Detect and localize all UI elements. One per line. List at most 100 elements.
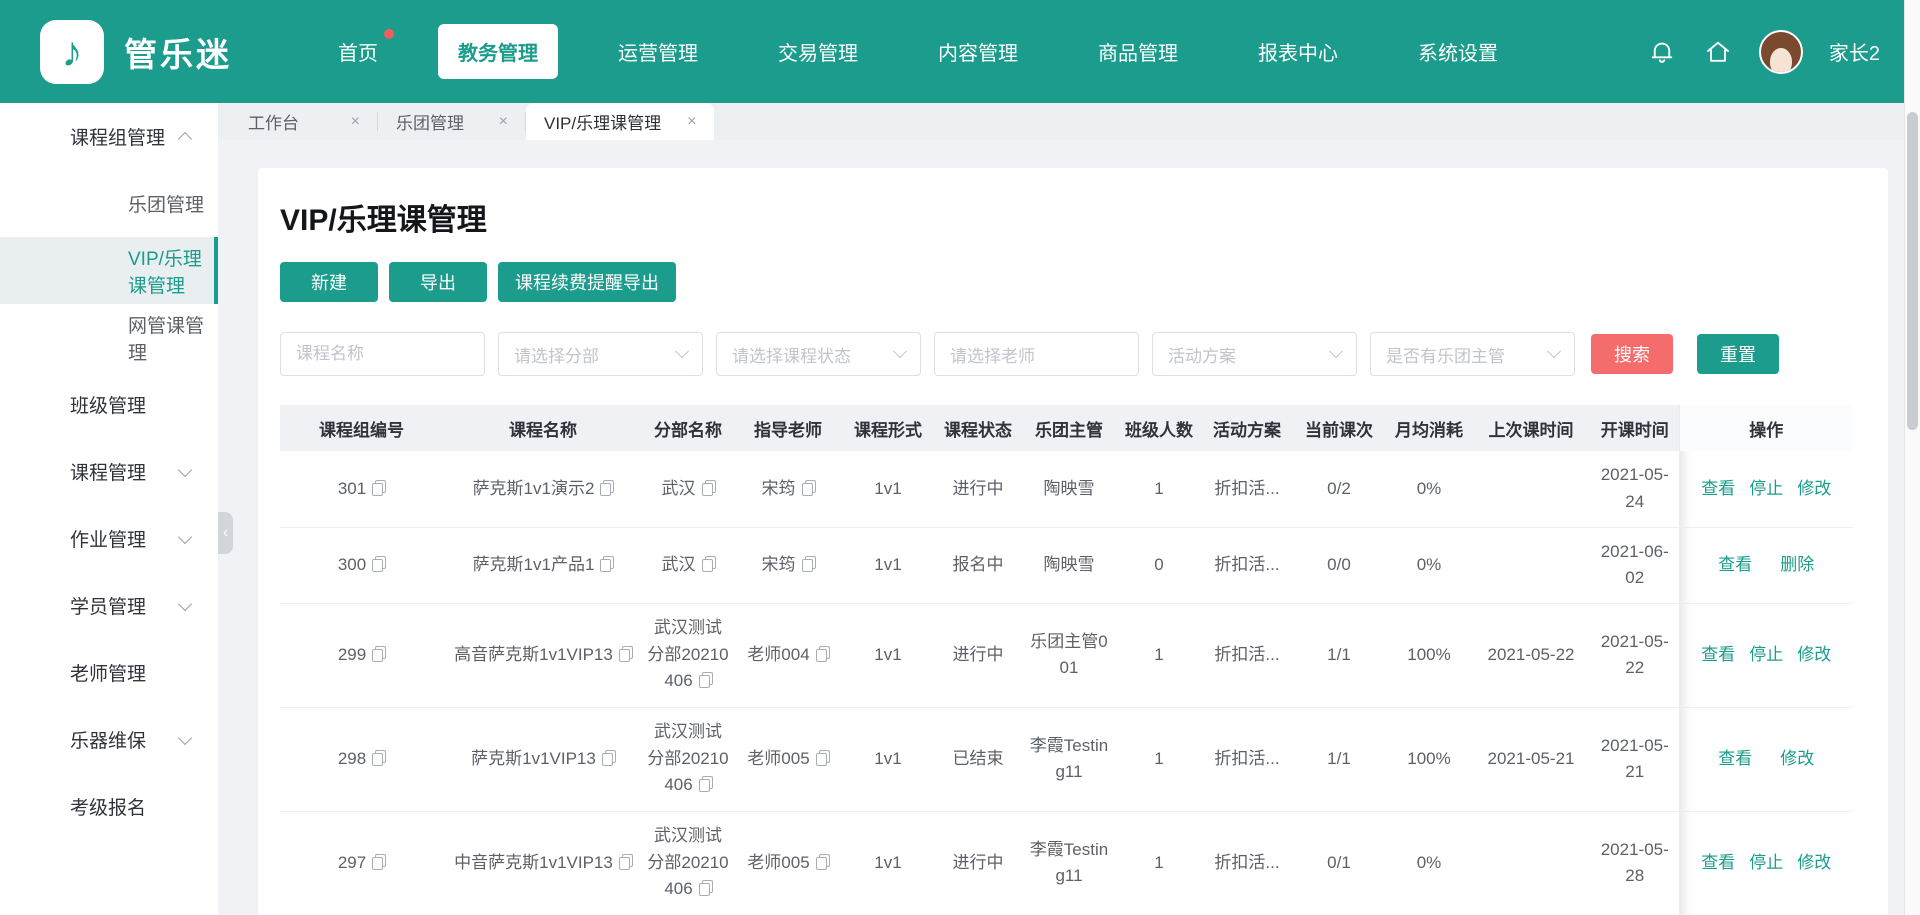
stop-link[interactable]: 停止 xyxy=(1749,645,1783,664)
copy-icon[interactable] xyxy=(372,646,385,661)
cell-text: 2021-05-22 xyxy=(1601,632,1669,677)
tab-vip[interactable]: VIP/乐理课管理× xyxy=(526,103,714,140)
sidebar-item-course-group[interactable]: 课程组管理 xyxy=(0,103,218,170)
view-link[interactable]: 查看 xyxy=(1718,555,1752,574)
stop-link[interactable]: 停止 xyxy=(1749,479,1783,498)
copy-icon[interactable] xyxy=(372,556,385,571)
cell-current: 0/2 xyxy=(1291,451,1387,527)
sidebar-item-instrument[interactable]: 乐器维保 xyxy=(0,706,218,773)
copy-icon[interactable] xyxy=(600,556,613,571)
view-link[interactable]: 查看 xyxy=(1701,479,1735,498)
nav-item-settings[interactable]: 系统设置 xyxy=(1398,24,1518,79)
app-header: ♪ 管乐迷 首页教务管理运营管理交易管理内容管理商品管理报表中心系统设置 家长2 xyxy=(0,0,1904,103)
copy-icon[interactable] xyxy=(699,880,712,895)
copy-icon[interactable] xyxy=(702,480,715,495)
stop-link[interactable]: 停止 xyxy=(1749,853,1783,872)
cell-id: 300 xyxy=(280,527,443,603)
edit-link[interactable]: 修改 xyxy=(1780,749,1814,768)
teacher-select[interactable]: 请选择老师 xyxy=(934,332,1139,376)
page-scrollbar-thumb[interactable] xyxy=(1907,112,1918,430)
nav-item-goods[interactable]: 商品管理 xyxy=(1078,24,1198,79)
search-button[interactable]: 搜索 xyxy=(1591,334,1673,374)
copy-icon[interactable] xyxy=(619,646,632,661)
copy-icon[interactable] xyxy=(372,854,385,869)
copy-icon[interactable] xyxy=(816,854,829,869)
close-icon[interactable]: × xyxy=(499,113,508,131)
copy-icon[interactable] xyxy=(600,480,613,495)
cell-text: 折扣活... xyxy=(1214,479,1279,498)
edit-link[interactable]: 修改 xyxy=(1797,479,1831,498)
home-icon[interactable] xyxy=(1703,37,1733,67)
sidebar-item-students[interactable]: 学员管理 xyxy=(0,572,218,639)
nav-item-reports[interactable]: 报表中心 xyxy=(1238,24,1358,79)
copy-icon[interactable] xyxy=(802,556,815,571)
sidebar-item-online-lessons[interactable]: 网管课管理 xyxy=(0,304,218,371)
sidebar-item-course[interactable]: 课程管理 xyxy=(0,438,218,505)
course-name-input[interactable] xyxy=(280,332,485,376)
cell-ops: 查看停止修改 xyxy=(1679,451,1853,527)
cell-supervisor: 乐团主管001 xyxy=(1023,603,1115,707)
view-link[interactable]: 查看 xyxy=(1718,749,1752,768)
copy-icon[interactable] xyxy=(816,646,829,661)
tab-label: 乐团管理 xyxy=(396,109,464,134)
nav-item-education[interactable]: 教务管理 xyxy=(438,24,558,79)
edit-link[interactable]: 修改 xyxy=(1797,645,1831,664)
nav-item-label: 交易管理 xyxy=(778,43,858,65)
renew-export-button[interactable]: 课程续费提醒导出 xyxy=(498,262,676,302)
cell-status: 进行中 xyxy=(933,451,1023,527)
sidebar-item-band[interactable]: 乐团管理 xyxy=(0,170,218,237)
close-icon[interactable]: × xyxy=(687,113,696,131)
activity-plan-select[interactable]: 活动方案 xyxy=(1152,332,1357,376)
copy-icon[interactable] xyxy=(372,750,385,765)
sidebar-collapse-handle[interactable]: ‹ xyxy=(218,512,233,554)
nav-item-trade[interactable]: 交易管理 xyxy=(758,24,878,79)
copy-icon[interactable] xyxy=(802,480,815,495)
cell-branch: 武汉 xyxy=(643,527,733,603)
sidebar-item-class[interactable]: 班级管理 xyxy=(0,371,218,438)
cell-text: 1/1 xyxy=(1327,645,1351,664)
sidebar-item-teachers[interactable]: 老师管理 xyxy=(0,639,218,706)
cell-current: 1/1 xyxy=(1291,603,1387,707)
sidebar-item-homework[interactable]: 作业管理 xyxy=(0,505,218,572)
view-link[interactable]: 查看 xyxy=(1701,645,1735,664)
sidebar-item-exam[interactable]: 考级报名 xyxy=(0,773,218,840)
copy-icon[interactable] xyxy=(619,854,632,869)
has-supervisor-select[interactable]: 是否有乐团主管 xyxy=(1370,332,1575,376)
close-icon[interactable]: × xyxy=(351,113,360,131)
copy-icon[interactable] xyxy=(372,480,385,495)
export-button[interactable]: 导出 xyxy=(389,262,487,302)
brand-name: 管乐迷 xyxy=(124,28,232,76)
nav-item-home[interactable]: 首页 xyxy=(318,24,398,79)
copy-icon[interactable] xyxy=(816,750,829,765)
copy-icon[interactable] xyxy=(702,556,715,571)
sidebar-item-label: VIP/乐理课管理 xyxy=(128,244,218,298)
copy-icon[interactable] xyxy=(699,672,712,687)
column-header-id: 课程组编号 xyxy=(280,405,443,451)
course-status-select[interactable]: 请选择课程状态 xyxy=(716,332,921,376)
avatar[interactable] xyxy=(1759,30,1803,74)
nav-item-content[interactable]: 内容管理 xyxy=(918,24,1038,79)
cell-text: 1v1 xyxy=(874,479,901,498)
cell-name: 萨克斯1v1产品1 xyxy=(443,527,643,603)
bell-icon[interactable] xyxy=(1647,37,1677,67)
brand-logo[interactable]: ♪ xyxy=(40,20,104,84)
reset-button[interactable]: 重置 xyxy=(1697,334,1779,374)
cell-text: 0/0 xyxy=(1327,555,1351,574)
nav-item-operations[interactable]: 运营管理 xyxy=(598,24,718,79)
view-link[interactable]: 查看 xyxy=(1701,853,1735,872)
tab-band[interactable]: 乐团管理 × xyxy=(378,103,526,140)
delete-link[interactable]: 删除 xyxy=(1780,555,1814,574)
tab-workbench[interactable]: 工作台× xyxy=(230,103,378,140)
cell-start: 2021-05-24 xyxy=(1591,451,1679,527)
sidebar-item-vip-lessons[interactable]: VIP/乐理课管理 xyxy=(0,237,218,304)
create-button[interactable]: 新建 xyxy=(280,262,378,302)
copy-icon[interactable] xyxy=(699,776,712,791)
branch-select[interactable]: 请选择分部 xyxy=(498,332,703,376)
page-scrollbar[interactable] xyxy=(1904,0,1920,915)
cell-text: 100% xyxy=(1407,645,1450,664)
column-header-last: 上次课时间 xyxy=(1471,405,1591,451)
cell-current: 0/1 xyxy=(1291,811,1387,915)
cell-id: 297 xyxy=(280,811,443,915)
copy-icon[interactable] xyxy=(602,750,615,765)
edit-link[interactable]: 修改 xyxy=(1797,853,1831,872)
